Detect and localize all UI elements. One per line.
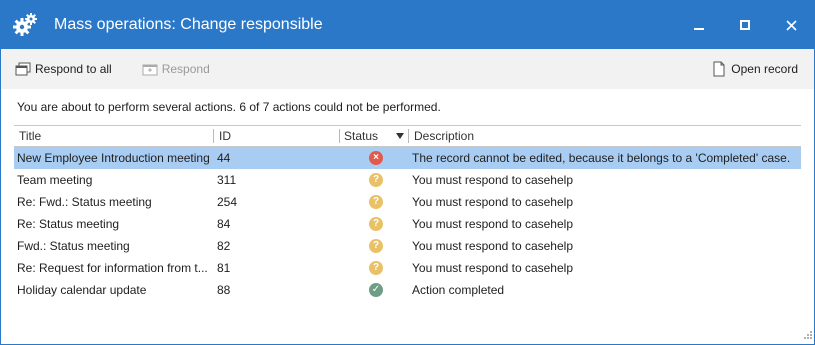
- sort-descending-icon[interactable]: [396, 133, 404, 139]
- column-separator[interactable]: [408, 129, 409, 143]
- row-title: Re: Fwd.: Status meeting: [17, 195, 152, 209]
- column-separator[interactable]: [213, 129, 214, 143]
- maximize-button[interactable]: [722, 1, 768, 49]
- window-controls: [676, 1, 814, 49]
- respond-button[interactable]: Respond: [136, 49, 216, 89]
- gears-icon: [12, 12, 38, 38]
- close-icon: [785, 19, 797, 31]
- checkmark-icon: ✓: [369, 283, 383, 297]
- row-status: ?: [368, 239, 384, 253]
- row-description: Action completed: [412, 283, 505, 297]
- respond-icon: [142, 61, 158, 77]
- error-icon: ×: [369, 151, 383, 165]
- grid-body: New Employee Introduction meeting 44 × T…: [14, 147, 801, 301]
- row-status: ?: [368, 173, 384, 187]
- respond-to-all-button[interactable]: Respond to all: [9, 49, 118, 89]
- row-title: Holiday calendar update: [17, 283, 147, 297]
- minimize-icon: [694, 28, 704, 30]
- row-status: ?: [368, 217, 384, 231]
- row-status: ?: [368, 195, 384, 209]
- warning-icon: ?: [369, 195, 383, 209]
- row-description: You must respond to casehelp: [412, 217, 573, 231]
- warning-icon: ?: [369, 261, 383, 275]
- row-description: You must respond to casehelp: [412, 173, 573, 187]
- open-record-button[interactable]: Open record: [705, 49, 804, 89]
- row-title: Re: Request for information from t...: [17, 261, 208, 275]
- toolbar: Respond to all Respond Open record: [1, 49, 814, 89]
- warning-icon: ?: [369, 217, 383, 231]
- table-row[interactable]: Team meeting 311 ? You must respond to c…: [14, 169, 801, 191]
- open-record-label: Open record: [731, 62, 798, 76]
- table-row[interactable]: Re: Status meeting 84 ? You must respond…: [14, 213, 801, 235]
- row-id: 81: [217, 261, 231, 275]
- row-id: 44: [217, 151, 231, 165]
- table-row[interactable]: New Employee Introduction meeting 44 × T…: [14, 147, 801, 169]
- column-header-title[interactable]: Title: [19, 126, 41, 146]
- row-status: ?: [368, 261, 384, 275]
- warning-icon: ?: [369, 173, 383, 187]
- row-id: 311: [217, 173, 237, 187]
- column-header-id[interactable]: ID: [219, 126, 231, 146]
- row-description: You must respond to casehelp: [412, 261, 573, 275]
- mass-operations-window: Mass operations: Change responsible Resp…: [0, 0, 815, 345]
- table-row[interactable]: Holiday calendar update 88 ✓ Action comp…: [14, 279, 801, 301]
- row-id: 254: [217, 195, 238, 209]
- results-grid: Title ID Status Description New Employee…: [14, 125, 801, 301]
- respond-to-all-label: Respond to all: [35, 62, 112, 76]
- row-title: Re: Status meeting: [17, 217, 120, 231]
- row-title: Fwd.: Status meeting: [17, 239, 130, 253]
- row-description: You must respond to casehelp: [412, 195, 573, 209]
- respond-label: Respond: [161, 62, 210, 76]
- title-bar: Mass operations: Change responsible: [1, 1, 814, 49]
- column-header-status[interactable]: Status: [344, 126, 378, 146]
- row-id: 84: [217, 217, 231, 231]
- maximize-icon: [740, 20, 750, 30]
- close-button[interactable]: [768, 1, 814, 49]
- column-separator[interactable]: [339, 129, 340, 143]
- row-status: ✓: [368, 283, 384, 297]
- warning-icon: ?: [369, 239, 383, 253]
- row-status: ×: [368, 151, 384, 165]
- status-message: You are about to perform several actions…: [17, 100, 441, 114]
- document-icon: [711, 61, 727, 77]
- window-title: Mass operations: Change responsible: [54, 16, 323, 33]
- row-title: New Employee Introduction meeting: [17, 151, 210, 165]
- row-id: 82: [217, 239, 231, 253]
- row-id: 88: [217, 283, 231, 297]
- table-row[interactable]: Fwd.: Status meeting 82 ? You must respo…: [14, 235, 801, 257]
- grid-header: Title ID Status Description: [14, 125, 801, 147]
- row-description: The record cannot be edited, because it …: [412, 151, 791, 165]
- minimize-button[interactable]: [676, 1, 722, 49]
- table-row[interactable]: Re: Request for information from t... 81…: [14, 257, 801, 279]
- row-description: You must respond to casehelp: [412, 239, 573, 253]
- respond-all-icon: [15, 61, 31, 77]
- table-row[interactable]: Re: Fwd.: Status meeting 254 ? You must …: [14, 191, 801, 213]
- column-header-description[interactable]: Description: [414, 126, 474, 146]
- row-title: Team meeting: [17, 173, 93, 187]
- resize-grip-icon[interactable]: [802, 328, 812, 342]
